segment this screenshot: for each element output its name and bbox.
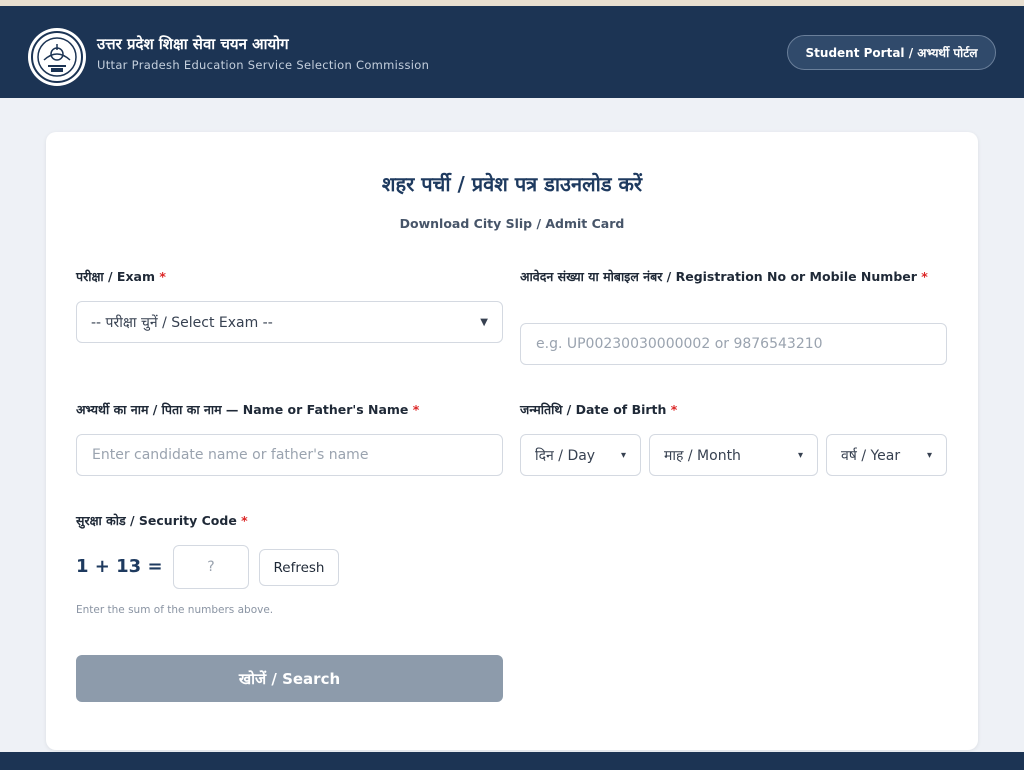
chevron-down-icon: ▾ — [620, 449, 626, 461]
dob-year-value: वर्ष / Year — [841, 447, 901, 464]
security-label: सुरक्षा कोड / Security Code * — [76, 510, 376, 532]
download-form-card: शहर पर्ची / प्रवेश पत्र डाउनलोड करें Dow… — [46, 132, 978, 750]
required-mark: * — [159, 269, 166, 284]
dob-year-select[interactable]: वर्ष / Year ▾ — [826, 434, 947, 476]
chevron-down-icon: ▾ — [797, 449, 803, 461]
required-mark: * — [412, 402, 420, 417]
dob-month-value: माह / Month — [664, 447, 741, 464]
exam-select-value: -- परीक्षा चुनें / Select Exam -- — [91, 314, 273, 331]
chevron-down-icon: ▼ — [480, 316, 488, 328]
dob-day-value: दिन / Day — [535, 447, 596, 464]
brand-title-english: Uttar Pradesh Education Service Selectio… — [97, 58, 430, 72]
site-header: उत्तर प्रदेश शिक्षा सेवा चयन आयोग Uttar … — [0, 6, 1024, 98]
exam-label-text: परीक्षा / Exam — [76, 269, 155, 284]
name-input[interactable] — [76, 434, 503, 476]
required-mark: * — [670, 402, 678, 417]
exam-select[interactable]: -- परीक्षा चुनें / Select Exam -- ▼ — [76, 301, 503, 343]
exam-label: परीक्षा / Exam * — [76, 266, 496, 288]
form-title: शहर पर्ची / प्रवेश पत्र डाउनलोड करें — [381, 172, 643, 196]
brand-block: उत्तर प्रदेश शिक्षा सेवा चयन आयोग Uttar … — [97, 34, 429, 72]
refresh-captcha-button[interactable]: Refresh — [259, 549, 339, 586]
registration-input[interactable] — [520, 323, 947, 365]
required-mark: * — [921, 269, 928, 284]
security-label-text: सुरक्षा कोड / Security Code — [76, 513, 237, 528]
dob-month-select[interactable]: माह / Month ▾ — [649, 434, 818, 476]
student-portal-button[interactable]: Student Portal / अभ्यर्थी पोर्टल — [787, 35, 996, 70]
captcha-hint: Enter the sum of the numbers above. — [76, 604, 274, 616]
search-button[interactable]: खोजें / Search — [76, 655, 503, 702]
dob-day-select[interactable]: दिन / Day ▾ — [520, 434, 641, 476]
captcha-input[interactable] — [173, 545, 249, 589]
dob-label-text: जन्मतिथि / Date of Birth — [520, 402, 667, 417]
captcha-equation: 1 + 13 = — [76, 556, 163, 577]
required-mark: * — [241, 513, 248, 528]
registration-label-text: आवेदन संख्या या मोबाइल नंबर / Registrati… — [520, 269, 917, 284]
registration-label: आवेदन संख्या या मोबाइल नंबर / Registrati… — [520, 266, 940, 288]
site-footer — [0, 752, 1024, 770]
commission-seal-icon — [28, 28, 86, 86]
form-subtitle: Download City Slip / Admit Card — [399, 216, 625, 231]
chevron-down-icon: ▾ — [926, 449, 932, 461]
name-label-text: अभ्यर्थी का नाम / पिता का नाम — Name or … — [76, 402, 409, 417]
name-label: अभ्यर्थी का नाम / पिता का नाम — Name or … — [76, 399, 516, 421]
brand-title-hindi: उत्तर प्रदेश शिक्षा सेवा चयन आयोग — [97, 35, 289, 53]
dob-label: जन्मतिथि / Date of Birth * — [520, 399, 940, 421]
